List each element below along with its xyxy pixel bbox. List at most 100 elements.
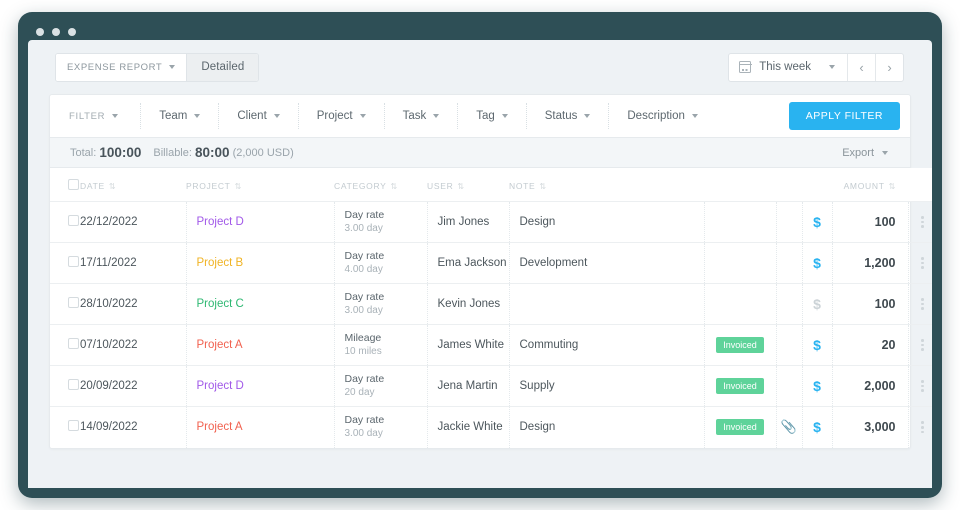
cell-billable[interactable]: $ — [802, 324, 833, 366]
cell-date: 20/09/2022 — [80, 365, 187, 407]
kebab-dot — [921, 426, 924, 429]
chevron-down-icon — [359, 114, 366, 118]
filter-description[interactable]: Description — [609, 103, 716, 129]
filter-dropdown[interactable]: FILTER — [50, 103, 142, 129]
category-name: Day rate — [344, 249, 385, 262]
category-quantity: 10 miles — [344, 346, 382, 358]
cell-billable[interactable]: $ — [802, 406, 833, 448]
chevron-down-icon — [829, 65, 835, 69]
table-row[interactable]: 17/11/2022 Project B Day rate 4.00 day Ema J… — [50, 242, 932, 284]
cell-status — [704, 283, 777, 325]
project-link[interactable]: Project D — [197, 216, 244, 228]
project-link[interactable]: Project D — [197, 380, 244, 392]
sort-icon: ⇅ — [234, 181, 242, 191]
row-menu-button[interactable] — [908, 407, 932, 448]
chevron-down-icon — [194, 114, 201, 118]
table-header: DATE ⇅ PROJECT ⇅ CATEGORY ⇅ USER ⇅ NOTE ⇅ — [50, 168, 932, 202]
cell-user: Kevin Jones — [427, 283, 510, 325]
report-card: FILTER Team Client Project Task Tag Stat… — [49, 94, 932, 449]
col-category-label: CATEGORY — [334, 180, 387, 191]
export-dropdown[interactable]: Export — [842, 147, 888, 159]
cell-project: Project D — [186, 365, 335, 407]
kebab-dot — [921, 261, 924, 265]
table-row[interactable]: 20/09/2022 Project D Day rate 20 day Jena Ma… — [50, 365, 932, 407]
cell-billable[interactable]: $ — [802, 242, 833, 284]
dollar-icon: $ — [813, 337, 821, 353]
chevron-down-icon — [501, 114, 508, 118]
tab-detailed[interactable]: Detailed — [186, 53, 259, 81]
cell-user: Jena Martin — [427, 365, 510, 407]
row-menu-button[interactable] — [908, 324, 932, 366]
col-project[interactable]: PROJECT ⇅ — [186, 168, 334, 202]
table-row[interactable]: 28/10/2022 Project C Day rate 3.00 day Kevin… — [50, 283, 932, 325]
category-name: Mileage — [344, 331, 382, 344]
row-checkbox[interactable] — [68, 420, 79, 432]
row-menu-button[interactable] — [908, 283, 932, 325]
sort-icon: ⇅ — [539, 181, 547, 191]
filter-team-label: Team — [159, 110, 188, 122]
row-checkbox[interactable] — [68, 338, 79, 349]
cell-project: Project B — [186, 242, 335, 284]
table-row[interactable]: 22/12/2022 Project D Day rate 3.00 day Jim J… — [50, 201, 932, 243]
project-link[interactable]: Project A — [197, 421, 243, 433]
col-note[interactable]: NOTE ⇅ — [509, 168, 704, 202]
prev-period-button[interactable]: ‹ — [847, 53, 875, 81]
paperclip-icon[interactable]: 📎 — [781, 419, 797, 434]
col-date-label: DATE — [80, 180, 105, 191]
select-all-checkbox[interactable] — [68, 179, 79, 190]
kebab-dot — [921, 339, 924, 342]
kebab-dot — [921, 430, 924, 434]
cell-status — [704, 242, 777, 284]
col-amount[interactable]: AMOUNT ⇅ — [832, 168, 908, 202]
project-link[interactable]: Project A — [197, 339, 243, 351]
filter-team[interactable]: Team — [141, 103, 220, 129]
row-checkbox[interactable] — [68, 297, 79, 308]
filter-client[interactable]: Client — [219, 103, 299, 129]
status-badge: Invoiced — [716, 378, 764, 394]
cell-amount: 3,000 — [832, 406, 909, 448]
table-row[interactable]: 07/10/2022 Project A Mileage 10 miles James … — [50, 324, 932, 366]
col-user[interactable]: USER ⇅ — [427, 168, 509, 202]
cell-billable[interactable]: $ — [802, 283, 833, 325]
row-checkbox[interactable] — [68, 256, 79, 267]
filter-task[interactable]: Task — [385, 103, 459, 129]
kebab-dot — [921, 220, 924, 224]
filter-client-label: Client — [237, 110, 267, 122]
kebab-dot — [921, 343, 924, 347]
row-checkbox[interactable] — [68, 215, 79, 226]
filter-tag[interactable]: Tag — [458, 103, 527, 129]
window-close-dot[interactable] — [36, 28, 44, 36]
app-screen: EXPENSE REPORT Detailed This week ‹ › FI… — [28, 40, 932, 488]
cell-billable[interactable]: $ — [802, 365, 833, 407]
row-checkbox[interactable] — [68, 379, 79, 390]
window-maximize-dot[interactable] — [68, 28, 76, 36]
col-date[interactable]: DATE ⇅ — [80, 168, 186, 202]
cell-note: Development — [509, 242, 705, 284]
sort-icon: ⇅ — [457, 181, 465, 191]
filter-project[interactable]: Project — [299, 103, 385, 129]
project-link[interactable]: Project B — [197, 257, 244, 269]
filter-status[interactable]: Status — [527, 103, 610, 129]
row-menu-button[interactable] — [908, 242, 932, 284]
project-link[interactable]: Project C — [197, 298, 244, 310]
apply-filter-button[interactable]: APPLY FILTER — [788, 102, 900, 130]
window-minimize-dot[interactable] — [52, 28, 60, 36]
chevron-down-icon — [273, 114, 280, 118]
report-type-dropdown[interactable]: EXPENSE REPORT — [56, 53, 187, 81]
cell-attachment[interactable]: 📎 — [776, 406, 803, 448]
cell-note: Design — [509, 201, 705, 243]
col-note-label: NOTE — [509, 180, 536, 191]
kebab-dot — [921, 384, 924, 388]
row-menu-button[interactable] — [908, 365, 932, 407]
dollar-icon: $ — [813, 214, 821, 230]
row-menu-button[interactable] — [908, 201, 932, 243]
cell-billable[interactable]: $ — [802, 201, 833, 243]
date-range-dropdown[interactable]: This week — [729, 54, 847, 81]
cell-category: Mileage 10 miles — [334, 324, 428, 366]
cell-project: Project C — [186, 283, 335, 325]
table-row[interactable]: 14/09/2022 Project A Day rate 3.00 day Jacki… — [50, 406, 932, 448]
export-label: Export — [842, 146, 874, 159]
next-period-button[interactable]: › — [875, 53, 903, 81]
kebab-dot — [921, 307, 924, 310]
col-category[interactable]: CATEGORY ⇅ — [334, 168, 427, 202]
